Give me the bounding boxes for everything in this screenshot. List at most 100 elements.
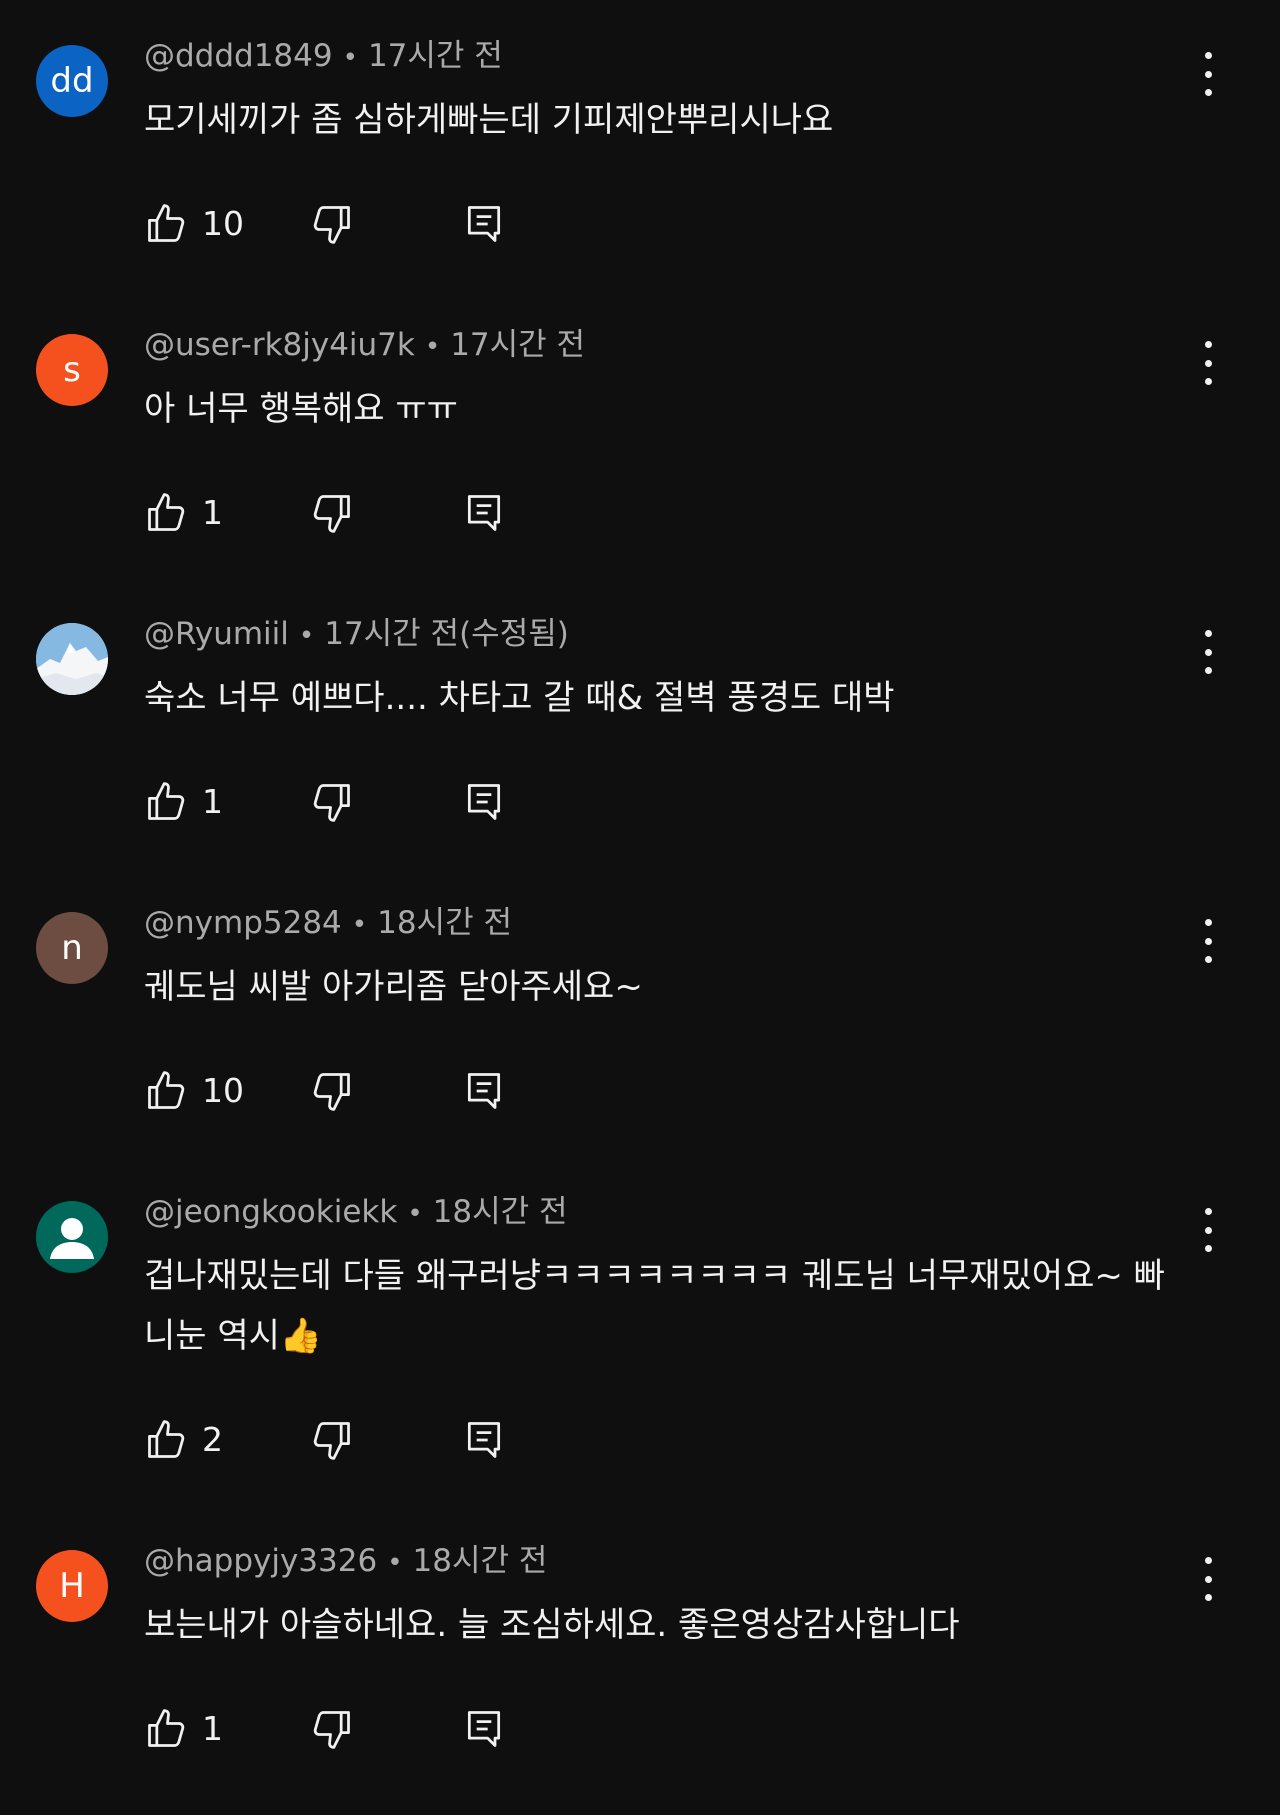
- avatar[interactable]: n: [36, 912, 108, 984]
- comment-actions: 1: [144, 1703, 544, 1755]
- comment-text: 아 너무 행복해요 ㅠㅠ: [144, 389, 458, 429]
- comment-item: dd @dddd1849 • 17시간 전 모기세끼가 좀 심하게빠는데 기피제안뿌…: [0, 34, 1280, 274]
- thumb-down-icon: [313, 1073, 350, 1111]
- like-button[interactable]: 2: [144, 1414, 223, 1466]
- avatar-initials: H: [59, 1566, 85, 1606]
- dislike-button[interactable]: [310, 1065, 354, 1117]
- comment-item: s @user-rk8jy4iu7k • 17시간 전 아 너무 행복해요 ㅠㅠ 1: [0, 323, 1280, 563]
- comment-text: 겁나재밌는데 다들 왜구러냥ㅋㅋㅋㅋㅋㅋㅋㅋ 궤도님 너무재밌어요~ 빠니눈 역…: [144, 1256, 1165, 1356]
- reply-comment-icon: [467, 206, 501, 242]
- thumb-up-icon: [148, 493, 185, 531]
- comment-author[interactable]: @happyjy3326: [144, 1543, 377, 1579]
- comment-item: n @nymp5284 • 18시간 전 궤도님 씨발 아가리좀 닫아주세요~ 10: [0, 901, 1280, 1141]
- comment-actions: 10: [144, 198, 544, 250]
- thumb-down-icon: [313, 1711, 350, 1749]
- reply-button[interactable]: [462, 1703, 506, 1755]
- comment-actions: 2: [144, 1414, 544, 1466]
- comment-author[interactable]: @jeongkookiekk: [144, 1194, 397, 1230]
- dislike-button[interactable]: [310, 198, 354, 250]
- thumb-up-icon: [148, 782, 185, 820]
- thumb-up-icon: [148, 1420, 185, 1458]
- like-count: 1: [202, 1709, 223, 1748]
- comment-item: @jeongkookiekk • 18시간 전 겁나재밌는데 다들 왜구러냥ㅋㅋㅋㅋ…: [0, 1190, 1280, 1490]
- reply-button[interactable]: [462, 487, 506, 539]
- more-vertical-icon[interactable]: [1196, 52, 1220, 96]
- dislike-button[interactable]: [310, 1703, 354, 1755]
- reply-button[interactable]: [462, 1065, 506, 1117]
- thumb-down-icon: [313, 206, 350, 244]
- like-button[interactable]: 10: [144, 198, 244, 250]
- meta-separator: •: [342, 43, 358, 73]
- comment-list: dd @dddd1849 • 17시간 전 모기세끼가 좀 심하게빠는데 기피제안뿌…: [0, 0, 1280, 1815]
- more-vertical-icon[interactable]: [1196, 1208, 1220, 1252]
- comment-time[interactable]: 17시간 전: [450, 327, 585, 363]
- comment-time[interactable]: 18시간 전: [377, 905, 512, 941]
- avatar-initials: s: [63, 350, 81, 390]
- like-count: 1: [202, 782, 223, 821]
- like-count: 10: [202, 204, 244, 243]
- reply-comment-icon: [467, 1711, 501, 1747]
- avatar[interactable]: [36, 1201, 108, 1273]
- comment-author[interactable]: @user-rk8jy4iu7k: [144, 327, 415, 363]
- comment-text: 보는내가 아슬하네요. 늘 조심하세요. 좋은영상감사합니다: [144, 1605, 960, 1645]
- comment-meta: @dddd1849 • 17시간 전: [144, 34, 503, 78]
- thumb-up-icon: [148, 1071, 185, 1109]
- dislike-button[interactable]: [310, 487, 354, 539]
- reply-comment-icon: [467, 1422, 501, 1458]
- thumb-down-icon: [313, 495, 350, 533]
- comment-meta: @Ryumiil • 17시간 전(수정됨): [144, 612, 569, 656]
- reply-comment-icon: [467, 784, 501, 820]
- comment-meta: @nymp5284 • 18시간 전: [144, 901, 512, 945]
- comment-time[interactable]: 18시간 전: [413, 1543, 548, 1579]
- comment-author[interactable]: @nymp5284: [144, 905, 342, 941]
- dislike-button[interactable]: [310, 776, 354, 828]
- comment-author[interactable]: @Ryumiil: [144, 616, 289, 652]
- meta-separator: •: [407, 1199, 423, 1229]
- avatar[interactable]: [36, 623, 108, 695]
- avatar[interactable]: s: [36, 334, 108, 406]
- dislike-button[interactable]: [310, 1414, 354, 1466]
- comment-actions: 1: [144, 487, 544, 539]
- thumb-up-icon: [148, 1709, 185, 1747]
- comment-author[interactable]: @dddd1849: [144, 38, 333, 74]
- like-count: 10: [202, 1071, 244, 1110]
- reply-button[interactable]: [462, 198, 506, 250]
- like-button[interactable]: 1: [144, 776, 223, 828]
- thumb-down-icon: [313, 1422, 350, 1460]
- meta-separator: •: [298, 621, 315, 651]
- meta-separator: •: [351, 910, 368, 940]
- comment-actions: 10: [144, 1065, 544, 1117]
- avatar-initials: dd: [50, 61, 94, 101]
- comment-time[interactable]: 18시간 전: [433, 1194, 568, 1230]
- reply-comment-icon: [467, 1073, 501, 1109]
- reply-button[interactable]: [462, 1414, 506, 1466]
- more-vertical-icon[interactable]: [1196, 630, 1220, 674]
- reply-comment-icon: [467, 495, 501, 531]
- comment-meta: @happyjy3326 • 18시간 전: [144, 1539, 547, 1583]
- comment-text: 숙소 너무 예쁘다.... 차타고 갈 때& 절벽 풍경도 대박: [144, 678, 895, 718]
- avatar[interactable]: H: [36, 1550, 108, 1622]
- comment-meta: @jeongkookiekk • 18시간 전: [144, 1190, 568, 1234]
- like-count: 1: [202, 493, 223, 532]
- meta-separator: •: [387, 1548, 403, 1578]
- comment-actions: 1: [144, 776, 544, 828]
- like-count: 2: [202, 1420, 223, 1459]
- like-button[interactable]: 10: [144, 1065, 244, 1117]
- avatar[interactable]: dd: [36, 45, 108, 117]
- person-icon: [50, 1218, 94, 1259]
- thumb-down-icon: [313, 784, 350, 822]
- avatar-initials: n: [61, 928, 83, 968]
- like-button[interactable]: 1: [144, 487, 223, 539]
- thumb-up-icon: [148, 204, 185, 242]
- comment-text: 궤도님 씨발 아가리좀 닫아주세요~: [144, 967, 643, 1007]
- comment-time[interactable]: 17시간 전(수정됨): [324, 616, 569, 652]
- reply-button[interactable]: [462, 776, 506, 828]
- more-vertical-icon[interactable]: [1196, 341, 1220, 385]
- comment-item: H @happyjy3326 • 18시간 전 보는내가 아슬하네요. 늘 조심하세…: [0, 1539, 1280, 1779]
- comment-time[interactable]: 17시간 전: [368, 38, 503, 74]
- like-button[interactable]: 1: [144, 1703, 223, 1755]
- more-vertical-icon[interactable]: [1196, 1557, 1220, 1601]
- comment-item: @Ryumiil • 17시간 전(수정됨) 숙소 너무 예쁘다.... 차타고 갈…: [0, 612, 1280, 852]
- comment-text: 모기세끼가 좀 심하게빠는데 기피제안뿌리시나요: [144, 100, 834, 140]
- more-vertical-icon[interactable]: [1196, 919, 1220, 963]
